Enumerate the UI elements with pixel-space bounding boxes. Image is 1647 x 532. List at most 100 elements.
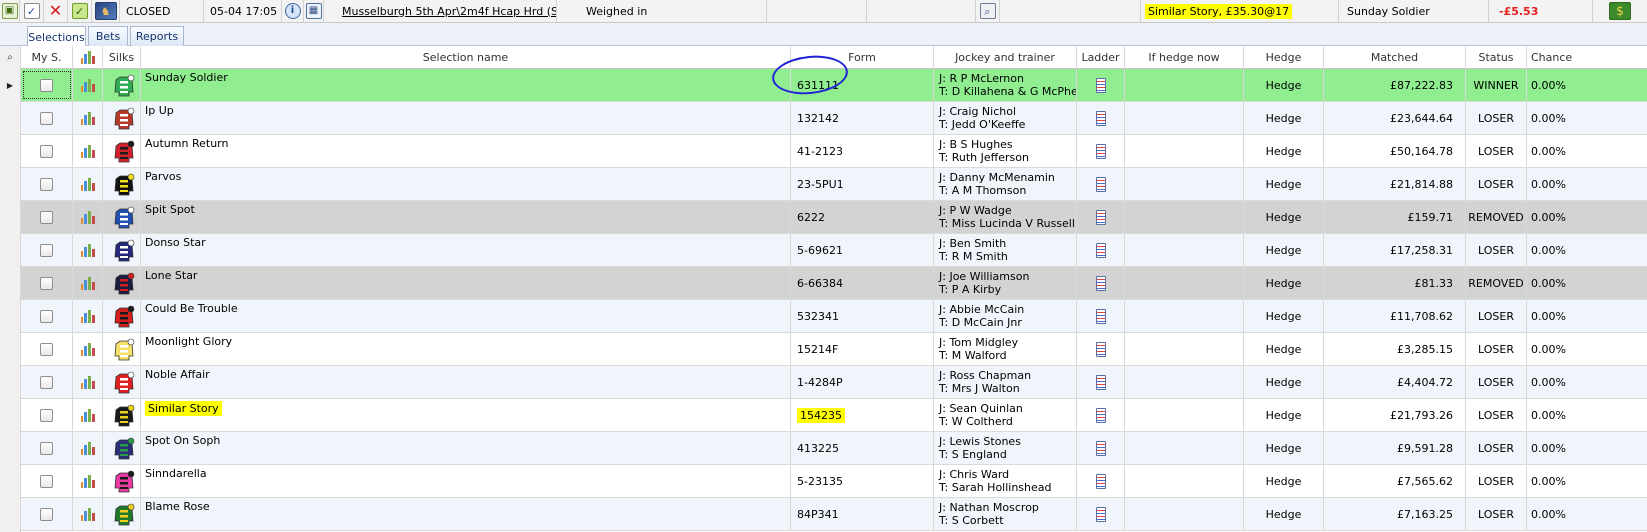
my-selection-checkbox[interactable] (40, 441, 53, 455)
row-selector[interactable] (0, 432, 21, 464)
selection-name-cell[interactable]: Sunday Soldier (141, 69, 791, 101)
selection-name-cell[interactable]: Ip Up (141, 102, 791, 134)
ladder-cell[interactable] (1077, 465, 1125, 497)
row-selector[interactable] (0, 498, 21, 530)
row-selector[interactable] (0, 399, 21, 431)
my-selection-checkbox[interactable] (40, 144, 53, 158)
hedge-button[interactable]: Hedge (1244, 465, 1324, 497)
hedge-button[interactable]: Hedge (1244, 201, 1324, 233)
select-market-checkbox[interactable]: ✓ (20, 0, 44, 22)
table-row[interactable]: ▶ Sunday Soldier 631111 J: R P McLernon … (0, 69, 1647, 102)
col-jockey-trainer[interactable]: Jockey and trainer (934, 46, 1077, 68)
chart-cell[interactable] (73, 135, 103, 167)
chart-cell[interactable] (73, 465, 103, 497)
ladder-cell[interactable] (1077, 366, 1125, 398)
ladder-cell[interactable] (1077, 168, 1125, 200)
hedge-button[interactable]: Hedge (1244, 69, 1324, 101)
hedge-button[interactable]: Hedge (1244, 498, 1324, 530)
table-row[interactable]: Similar Story 154235 J: Sean Quinlan T: … (0, 399, 1647, 432)
hedge-button[interactable]: Hedge (1244, 234, 1324, 266)
ladder-cell[interactable] (1077, 102, 1125, 134)
tick-button[interactable]: ✓ (68, 0, 92, 22)
search-button[interactable]: ⌕ (976, 0, 1000, 22)
table-row[interactable]: Autumn Return 41-2123 J: B S Hughes T: R… (0, 135, 1647, 168)
table-row[interactable]: Parvos 23-5PU1 J: Danny McMenamin T: A M… (0, 168, 1647, 201)
market-name-link[interactable]: Musselburgh 5th Apr\2m4f Hcap Hrd (Soft)… (324, 0, 557, 22)
table-row[interactable]: Donso Star 5-69621 J: Ben Smith T: R M S… (0, 234, 1647, 267)
table-row[interactable]: Spit Spot 6222 J: P W Wadge T: Miss Luci… (0, 201, 1647, 234)
selection-name-cell[interactable]: Could Be Trouble (141, 300, 791, 332)
selection-name-cell[interactable]: Spot On Soph (141, 432, 791, 464)
hedge-button[interactable]: Hedge (1244, 267, 1324, 299)
my-selection-checkbox[interactable] (40, 243, 53, 257)
hedge-button[interactable]: Hedge (1244, 135, 1324, 167)
table-row[interactable]: Noble Affair 1-4284P J: Ross Chapman T: … (0, 366, 1647, 399)
close-market-button[interactable]: ✕ (44, 0, 68, 22)
row-selector[interactable] (0, 300, 21, 332)
my-selection-checkbox[interactable] (40, 342, 53, 356)
row-selector[interactable] (0, 168, 21, 200)
my-selection-checkbox[interactable] (40, 276, 53, 290)
row-selector[interactable] (0, 201, 21, 233)
my-selection-cell[interactable] (21, 201, 73, 233)
chart-cell[interactable] (73, 366, 103, 398)
ladder-cell[interactable] (1077, 267, 1125, 299)
my-selection-cell[interactable] (21, 234, 73, 266)
my-selection-cell[interactable] (21, 366, 73, 398)
chart-cell[interactable] (73, 267, 103, 299)
my-selection-checkbox[interactable] (40, 474, 53, 488)
row-selector[interactable] (0, 366, 21, 398)
row-selector[interactable] (0, 234, 21, 266)
my-selection-checkbox[interactable] (40, 408, 53, 422)
my-selection-checkbox[interactable] (40, 375, 53, 389)
ladder-cell[interactable] (1077, 201, 1125, 233)
selection-name-cell[interactable]: Spit Spot (141, 201, 791, 233)
ladder-cell[interactable] (1077, 399, 1125, 431)
table-row[interactable]: Could Be Trouble 532341 J: Abbie McCain … (0, 300, 1647, 333)
col-selection-name[interactable]: Selection name (141, 46, 791, 68)
ladder-cell[interactable] (1077, 300, 1125, 332)
ladder-cell[interactable] (1077, 432, 1125, 464)
chart-cell[interactable] (73, 69, 103, 101)
tab-selections[interactable]: Selections (27, 26, 86, 47)
hedge-button[interactable]: Hedge (1244, 300, 1324, 332)
my-selection-checkbox[interactable] (40, 111, 53, 125)
hedge-button[interactable]: Hedge (1244, 366, 1324, 398)
ladder-cell[interactable] (1077, 333, 1125, 365)
col-my-s[interactable]: My S. (21, 46, 73, 68)
row-selector[interactable] (0, 267, 21, 299)
selection-name-cell[interactable]: Noble Affair (141, 366, 791, 398)
selection-name-cell[interactable]: Autumn Return (141, 135, 791, 167)
table-row[interactable]: Lone Star 6-66384 J: Joe Williamson T: P… (0, 267, 1647, 300)
table-row[interactable]: Ip Up 132142 J: Craig Nichol T: Jedd O'K… (0, 102, 1647, 135)
col-silks[interactable]: Silks (103, 46, 141, 68)
col-if-hedge-now[interactable]: If hedge now (1125, 46, 1244, 68)
tab-bets[interactable]: Bets (88, 26, 128, 46)
ladder-cell[interactable] (1077, 135, 1125, 167)
col-status[interactable]: Status (1466, 46, 1527, 68)
hedge-button[interactable]: Hedge (1244, 333, 1324, 365)
my-selection-checkbox[interactable] (40, 309, 53, 323)
table-row[interactable]: Spot On Soph 413225 J: Lewis Stones T: S… (0, 432, 1647, 465)
selection-name-cell[interactable]: Blame Rose (141, 498, 791, 530)
ladder-cell[interactable] (1077, 69, 1125, 101)
ladder-cell[interactable] (1077, 234, 1125, 266)
chart-cell[interactable] (73, 168, 103, 200)
selection-name-cell[interactable]: Moonlight Glory (141, 333, 791, 365)
my-selection-cell[interactable] (21, 300, 73, 332)
my-selection-checkbox[interactable] (40, 507, 53, 521)
table-row[interactable]: Blame Rose 84P341 J: Nathan Moscrop T: S… (0, 498, 1647, 531)
row-selector[interactable] (0, 135, 21, 167)
calendar-button[interactable]: ▦ (304, 0, 324, 22)
col-matched[interactable]: Matched (1324, 46, 1466, 68)
selection-name-cell[interactable]: Donso Star (141, 234, 791, 266)
my-selection-checkbox[interactable] (40, 78, 53, 92)
my-selection-cell[interactable] (21, 135, 73, 167)
row-selector[interactable] (0, 465, 21, 497)
my-selection-cell[interactable] (21, 399, 73, 431)
selection-name-cell[interactable]: Sinndarella (141, 465, 791, 497)
my-selection-cell[interactable] (21, 498, 73, 530)
table-row[interactable]: Moonlight Glory 15214F J: Tom Midgley T:… (0, 333, 1647, 366)
grid-search-button[interactable]: ⌕ (0, 46, 21, 68)
my-selection-cell[interactable] (21, 102, 73, 134)
